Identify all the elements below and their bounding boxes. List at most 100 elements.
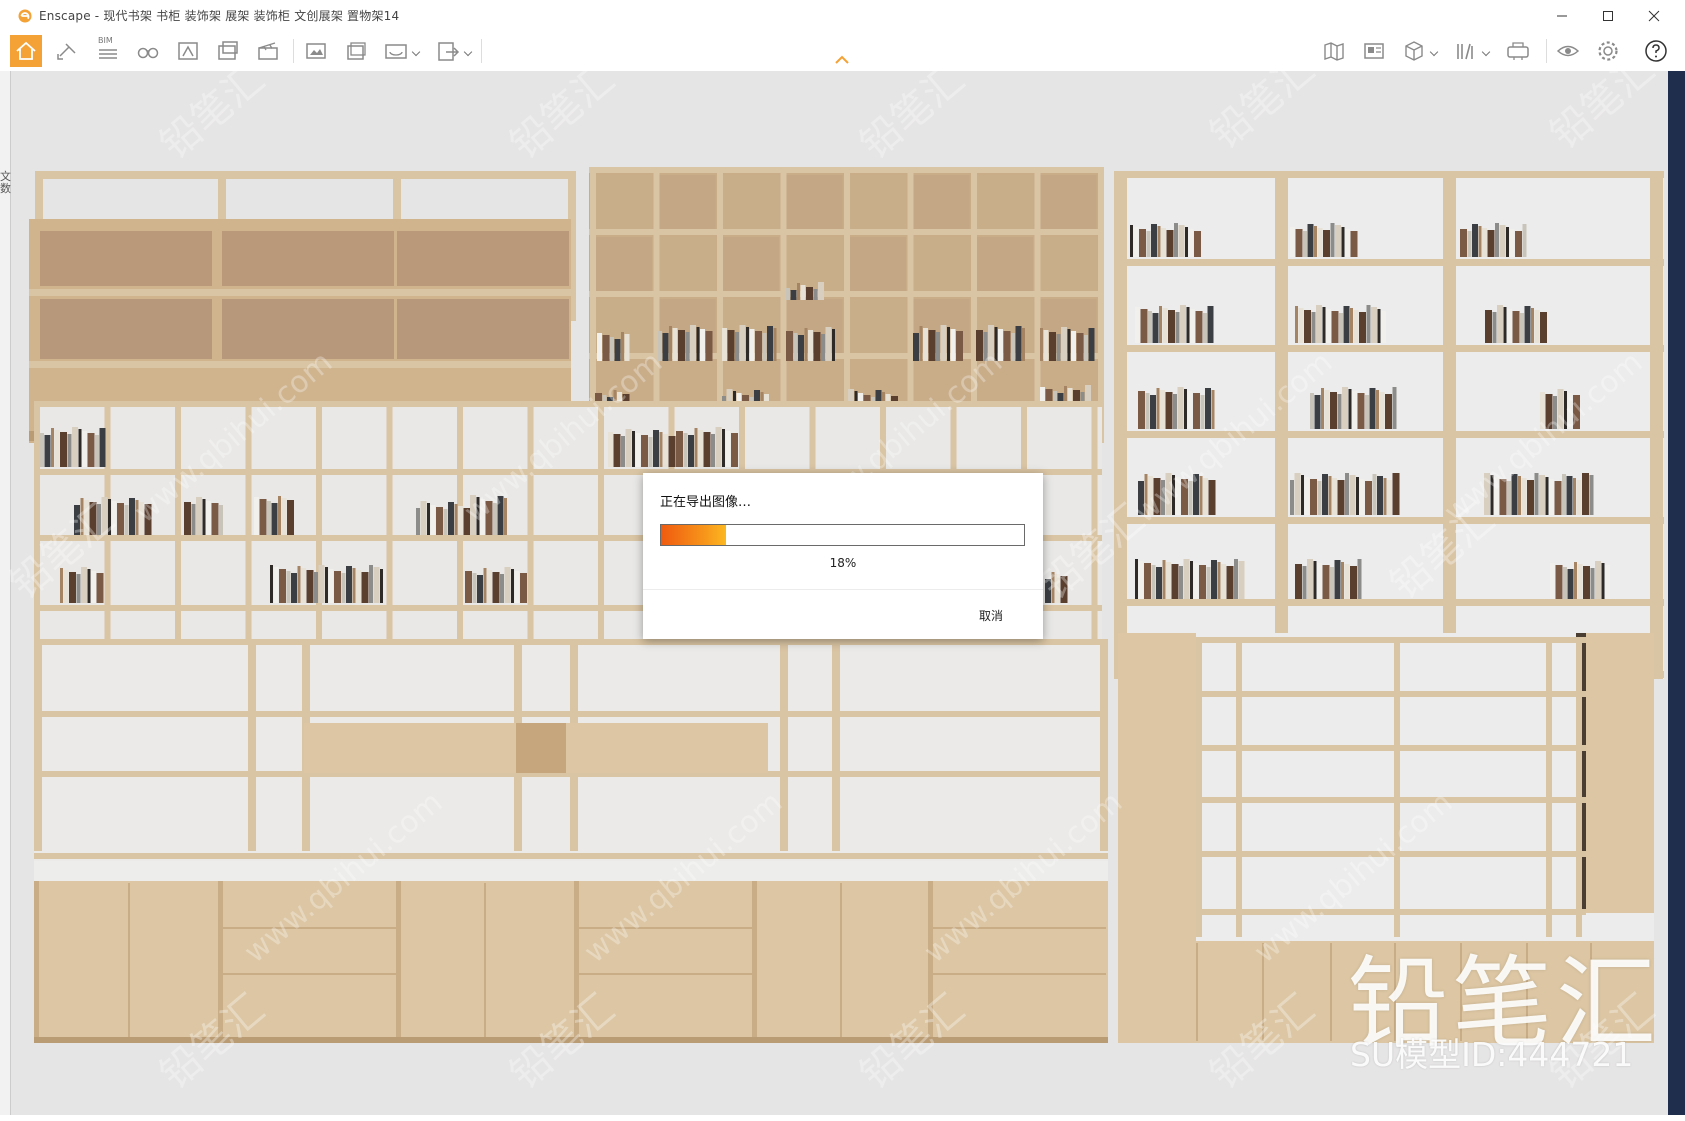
book	[621, 436, 625, 467]
book	[705, 331, 713, 361]
grid-board	[589, 291, 1104, 297]
asset-library-icon	[178, 42, 198, 60]
big-post	[780, 639, 788, 851]
views-icon	[218, 41, 238, 60]
export-progress-bar	[660, 524, 1025, 546]
cubby	[722, 175, 779, 230]
book	[1589, 475, 1594, 515]
book	[1175, 312, 1180, 343]
book	[1313, 561, 1317, 599]
export-button[interactable]	[432, 35, 473, 67]
settings-button[interactable]	[1592, 35, 1624, 67]
book	[1379, 392, 1385, 429]
book	[1311, 312, 1316, 343]
book	[87, 569, 91, 603]
book	[504, 498, 507, 535]
door-gap	[1330, 943, 1332, 1041]
book	[1330, 392, 1337, 429]
book	[477, 575, 483, 603]
book	[919, 326, 923, 361]
back-panel	[397, 299, 569, 359]
book	[641, 435, 648, 467]
book	[279, 569, 286, 603]
map-button[interactable]	[1318, 35, 1350, 67]
book	[1171, 564, 1179, 599]
cancel-button[interactable]: 取消	[961, 605, 1021, 627]
tall-board	[1114, 599, 1664, 606]
collapse-toolbar-icon[interactable]	[835, 55, 849, 65]
book	[1321, 388, 1324, 429]
cubby	[595, 237, 652, 292]
panorama-button[interactable]	[380, 35, 421, 67]
book	[97, 504, 101, 535]
book	[739, 325, 746, 361]
close-button[interactable]	[1631, 0, 1677, 31]
book	[301, 568, 306, 603]
book	[1162, 560, 1166, 599]
book	[1339, 313, 1343, 343]
views-button[interactable]	[212, 35, 244, 67]
door-gap	[1196, 943, 1198, 1041]
batch-render-button[interactable]	[340, 35, 372, 67]
vr-button[interactable]	[1502, 35, 1534, 67]
book	[1185, 227, 1188, 257]
help-button[interactable]	[1640, 35, 1672, 67]
asset-library-button[interactable]	[172, 35, 204, 67]
minimize-button[interactable]	[1539, 0, 1585, 31]
book	[1138, 481, 1144, 515]
book	[1503, 307, 1507, 343]
drawer-gap	[222, 973, 398, 975]
book	[1150, 395, 1156, 429]
home-button[interactable]	[10, 35, 42, 67]
book	[1540, 392, 1545, 429]
book	[722, 429, 725, 467]
book	[624, 334, 630, 361]
book	[1334, 560, 1341, 599]
book	[448, 502, 454, 535]
video-editor-button[interactable]	[252, 35, 284, 67]
book	[1369, 388, 1376, 429]
cubby	[785, 175, 843, 230]
book	[1290, 480, 1294, 515]
book	[346, 566, 352, 603]
book	[51, 428, 54, 467]
tall-board	[1114, 431, 1664, 438]
book	[328, 569, 334, 603]
book	[1166, 562, 1171, 599]
maximize-button[interactable]	[1585, 0, 1631, 31]
live-sync-button[interactable]	[52, 35, 84, 67]
book	[1511, 474, 1518, 515]
material-editor-button[interactable]	[1358, 35, 1390, 67]
book	[735, 332, 739, 361]
book	[1376, 390, 1379, 429]
back-panel	[222, 299, 394, 359]
cubby	[722, 237, 779, 292]
visual-settings-button[interactable]	[1552, 35, 1584, 67]
book	[632, 431, 635, 467]
library-button[interactable]	[1450, 35, 1491, 67]
drawer-gap	[932, 973, 1106, 975]
book	[1518, 476, 1521, 515]
enscape-logo-icon	[18, 9, 32, 22]
bim-button[interactable]: BIM	[92, 35, 124, 67]
book	[1294, 473, 1301, 515]
object-button[interactable]	[1398, 35, 1439, 67]
book	[1162, 308, 1168, 343]
window-title: Enscape - 现代书架 书柜 装饰架 展架 装饰柜 文创展架 置物架14	[39, 9, 400, 23]
walk-mode-button[interactable]	[132, 35, 164, 67]
book	[1157, 226, 1161, 257]
big-post	[248, 639, 256, 851]
book	[1328, 476, 1332, 515]
screenshot-button[interactable]	[300, 35, 332, 67]
book	[1217, 562, 1221, 599]
book	[1499, 225, 1506, 257]
book	[773, 328, 777, 361]
book	[219, 505, 223, 535]
book	[1314, 226, 1317, 257]
book	[99, 428, 106, 467]
book	[1156, 567, 1162, 599]
book	[1316, 305, 1322, 343]
sync-icon	[57, 43, 76, 60]
book	[297, 566, 301, 603]
material-editor-icon	[1364, 43, 1384, 59]
